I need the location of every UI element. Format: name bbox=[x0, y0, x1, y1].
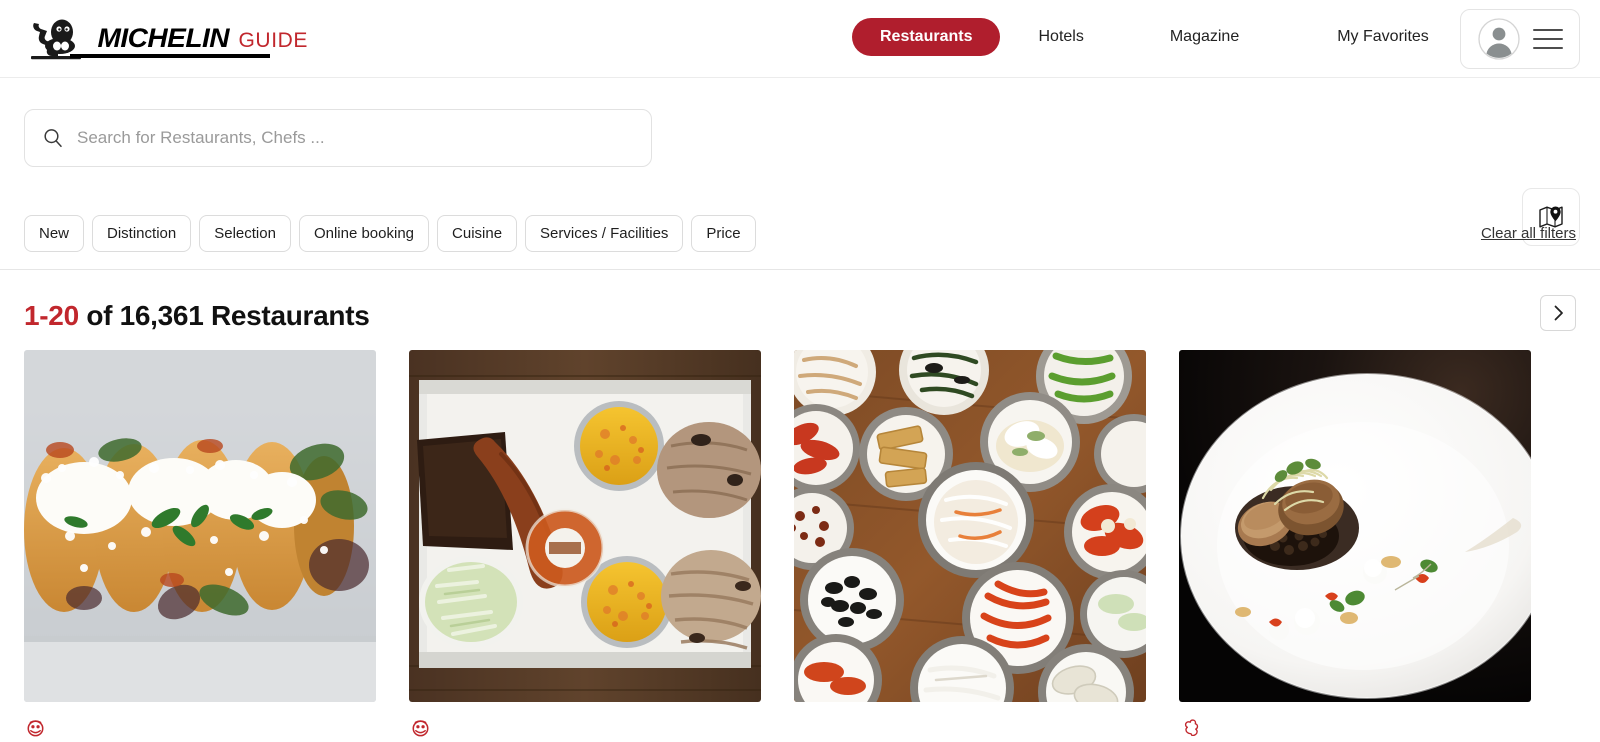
photo-masa-boats bbox=[24, 350, 376, 702]
user-avatar-icon[interactable] bbox=[1477, 18, 1520, 60]
distinction-badge bbox=[411, 716, 759, 738]
restaurant-photo[interactable] bbox=[1179, 350, 1531, 702]
restaurant-photo[interactable] bbox=[794, 350, 1146, 702]
nav-tab-magazine[interactable]: Magazine bbox=[1170, 18, 1239, 56]
filter-chip-distinction[interactable]: Distinction bbox=[92, 214, 192, 253]
distinction-badge bbox=[1181, 716, 1529, 738]
bib-gourmand-icon bbox=[27, 719, 44, 736]
distinction-badge bbox=[26, 716, 374, 738]
filter-chip-services-facilities[interactable]: Services / Facilities bbox=[525, 214, 684, 253]
guide-wordmark: GUIDE bbox=[238, 28, 309, 52]
results-range: 1-20 bbox=[24, 300, 79, 331]
filter-chip-selection[interactable]: Selection bbox=[199, 214, 291, 253]
filter-chip-group: New Distinction Selection Online booking… bbox=[24, 214, 756, 253]
nav-tab-restaurants[interactable]: Restaurants bbox=[852, 18, 1001, 56]
restaurant-card[interactable] bbox=[1179, 350, 1531, 742]
restaurant-card[interactable] bbox=[24, 350, 376, 742]
filter-chip-cuisine[interactable]: Cuisine bbox=[437, 214, 518, 253]
hamburger-menu-icon[interactable] bbox=[1532, 29, 1563, 49]
photo-korean-banchan bbox=[794, 350, 1146, 702]
results-total-label: of 16,361 Restaurants bbox=[86, 300, 370, 331]
logo-underline bbox=[70, 54, 270, 58]
photo-bbq-tray bbox=[409, 350, 761, 702]
site-header: MICHELIN GUIDE Restaurants Hotels Magazi… bbox=[0, 0, 1600, 78]
nav-tab-my-favorites[interactable]: My Favorites bbox=[1337, 18, 1429, 56]
main-navigation: Restaurants Hotels Magazine My Favorites bbox=[852, 18, 1429, 56]
filter-chip-price[interactable]: Price bbox=[691, 214, 756, 253]
filter-chip-online-booking[interactable]: Online booking bbox=[298, 214, 430, 253]
search-icon bbox=[44, 129, 62, 148]
photo-fine-dining-plate bbox=[1179, 350, 1531, 702]
michelin-guide-logo[interactable]: MICHELIN GUIDE bbox=[24, 15, 308, 63]
bib-gourmand-icon bbox=[412, 719, 429, 736]
chevron-right-icon bbox=[1554, 305, 1563, 321]
search-row bbox=[0, 78, 1600, 246]
results-header: 1-20 of 16,361 Restaurants bbox=[0, 270, 1600, 332]
search-input[interactable] bbox=[77, 128, 633, 148]
card-body bbox=[24, 702, 376, 742]
search-field-wrapper[interactable] bbox=[24, 109, 652, 167]
michelin-wordmark: MICHELIN bbox=[97, 22, 230, 53]
results-count-title: 1-20 of 16,361 Restaurants bbox=[24, 300, 370, 332]
next-page-button[interactable] bbox=[1540, 295, 1576, 331]
restaurant-card[interactable] bbox=[409, 350, 761, 742]
account-menu-button[interactable] bbox=[1460, 9, 1580, 69]
restaurant-card[interactable] bbox=[794, 350, 1146, 742]
nav-tab-hotels[interactable]: Hotels bbox=[1038, 18, 1083, 56]
distinction-badge bbox=[796, 716, 1144, 738]
card-body bbox=[409, 702, 761, 742]
michelin-star-icon bbox=[1184, 719, 1199, 736]
restaurant-photo[interactable] bbox=[409, 350, 761, 702]
filter-row: New Distinction Selection Online booking… bbox=[0, 198, 1600, 270]
card-body bbox=[1179, 702, 1531, 742]
restaurant-card-grid bbox=[0, 332, 1600, 742]
filter-chip-new[interactable]: New bbox=[24, 214, 85, 253]
clear-all-filters-link[interactable]: Clear all filters bbox=[1481, 225, 1576, 242]
card-body bbox=[794, 702, 1146, 742]
restaurant-photo[interactable] bbox=[24, 350, 376, 702]
